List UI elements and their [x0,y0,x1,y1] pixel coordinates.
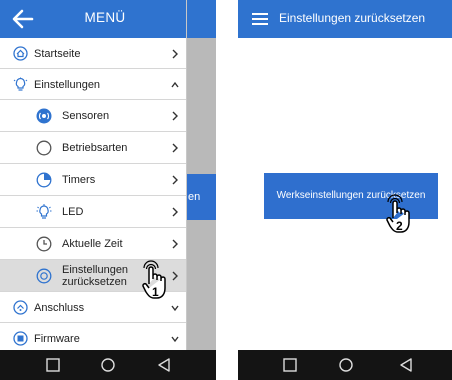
tap-hand-icon: 2 [384,194,420,236]
background-reset-button-fragment: en [186,174,216,220]
triangle-back-icon[interactable] [156,357,172,373]
menu-item-startseite[interactable]: Startseite [0,38,186,69]
triangle-back-icon[interactable] [398,357,414,373]
drawer-header: MENÜ [0,0,186,38]
menu-item-label: Timers [62,174,96,186]
menu-item-aktuelle-zeit[interactable]: Aktuelle Zeit [0,228,186,260]
square-icon[interactable] [282,357,298,373]
menu-item-label: Firmware [34,332,80,345]
reset-icon [36,268,52,284]
step-number-2: 2 [396,219,403,233]
page-title: Einstellungen zurücksetzen [279,11,426,25]
chevron-right-icon [171,174,179,186]
menu-item-label: Einstellungen [34,78,101,91]
menu-item-label: Anschluss [34,301,85,314]
circle-icon[interactable] [100,357,116,373]
timer-icon [36,172,52,188]
hamburger-icon[interactable] [252,12,268,26]
menu-item-label-line1: Einstellungen [62,264,129,276]
background-header [187,0,216,38]
circle-icon[interactable] [338,357,354,373]
step-number-1: 1 [152,285,159,299]
menu-item-label: Aktuelle Zeit [62,238,123,250]
chevron-down-icon [171,333,179,345]
chevron-right-icon [171,110,179,122]
menu-item-label: Startseite [34,47,81,60]
square-icon[interactable] [45,357,61,373]
menu-item-label-line2: zurücksetzen [62,276,127,288]
menu-item-sensoren[interactable]: Sensoren [0,100,186,132]
tap-hand-icon: 1 [140,260,176,302]
chevron-up-icon [171,79,179,91]
clock-icon [36,236,52,252]
menu-item-betriebsarten[interactable]: Betriebsarten [0,132,186,164]
settings-bulb-icon [13,77,28,92]
chevron-right-icon [171,48,179,60]
menu-item-led[interactable]: LED [0,196,186,228]
menu-item-label: Betriebsarten [62,142,128,154]
drawer-title: MENÜ [84,10,126,25]
menu-item-label: Sensoren [62,110,110,122]
chevron-right-icon [171,238,179,250]
chevron-right-icon [171,206,179,218]
menu-item-timers[interactable]: Timers [0,164,186,196]
android-navbar [238,350,452,380]
circle-icon [36,140,52,156]
android-navbar [0,350,216,380]
menu-item-label: Einstellungen zurücksetzen [62,264,128,288]
chevron-right-icon [171,142,179,154]
connection-icon [13,300,28,315]
sensor-icon [36,108,52,124]
led-bulb-icon [36,204,52,220]
menu-screen: en MENÜ Startseite Einstellungen Sensore… [0,0,216,380]
reset-screen: Einstellungen zurücksetzen Werkseinstell… [238,0,452,380]
home-icon [13,46,28,61]
app-header: Einstellungen zurücksetzen [238,0,452,38]
firmware-icon [13,331,28,346]
menu-item-label: LED [62,206,84,218]
menu-item-einstellungen[interactable]: Einstellungen [0,69,186,100]
